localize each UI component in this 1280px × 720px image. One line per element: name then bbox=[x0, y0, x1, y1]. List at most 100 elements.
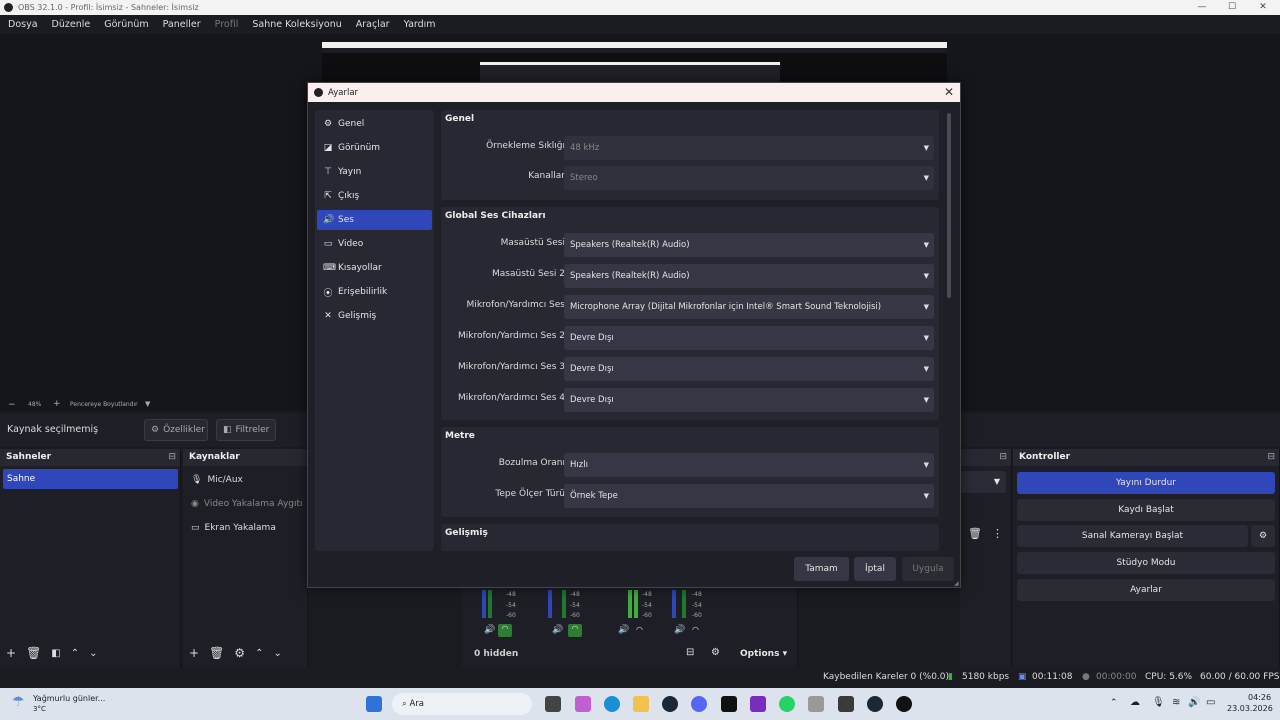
chevron-down-icon[interactable]: ▼ bbox=[145, 400, 150, 408]
nav-erisebilirlik[interactable]: ⦿ Erişebilirlik bbox=[317, 282, 432, 302]
nav-cikis[interactable]: ⇱ Çıkış bbox=[317, 186, 432, 206]
fit-window-label[interactable]: Pencereye Boyutlandır bbox=[70, 401, 138, 408]
settings-scrollbar[interactable] bbox=[947, 113, 951, 298]
headphone-icon[interactable]: ◠ bbox=[568, 624, 582, 637]
cloud-icon[interactable]: ☁ bbox=[1130, 697, 1140, 708]
headphone-icon[interactable]: ◠ bbox=[498, 624, 512, 637]
menu-profil[interactable]: Profil bbox=[215, 19, 239, 30]
whatsapp-icon[interactable] bbox=[779, 696, 795, 712]
apply-button[interactable]: Uygula bbox=[902, 557, 954, 581]
menu-dosya[interactable]: Dosya bbox=[8, 19, 38, 30]
mic-aux-2-select[interactable]: Devre Dışı ▼ bbox=[564, 326, 934, 350]
nav-gorunum[interactable]: ◪ Görünüm bbox=[317, 138, 432, 158]
filter-icon[interactable]: ◧ bbox=[51, 648, 60, 659]
steam-icon[interactable] bbox=[867, 696, 883, 712]
nav-gelismis[interactable]: ✕ Gelişmiş bbox=[317, 306, 432, 326]
task-view-icon[interactable] bbox=[545, 696, 561, 712]
nav-kisayollar[interactable]: ⌨ Kısayollar bbox=[317, 258, 432, 278]
start-icon[interactable] bbox=[366, 696, 382, 712]
more-icon[interactable]: ⋮ bbox=[992, 527, 1003, 540]
app-icon[interactable] bbox=[838, 696, 854, 712]
speaker-icon[interactable]: 🔊 bbox=[674, 625, 685, 635]
menu-paneller[interactable]: Paneller bbox=[163, 19, 201, 30]
layout-icon[interactable]: ⊟ bbox=[686, 647, 694, 658]
move-down-icon[interactable]: ⌄ bbox=[273, 648, 281, 659]
resize-grip-icon[interactable]: ◢ bbox=[954, 580, 959, 587]
minimize-button[interactable]: — bbox=[1187, 0, 1217, 15]
move-up-icon[interactable]: ⌃ bbox=[255, 648, 263, 659]
settings-button[interactable]: Ayarlar bbox=[1017, 579, 1275, 601]
decay-rate-select[interactable]: Hızlı ▼ bbox=[564, 453, 934, 477]
studio-mode-button[interactable]: Stüdyo Modu bbox=[1017, 552, 1275, 574]
speaker-icon[interactable]: 🔊 bbox=[618, 625, 629, 635]
channels-select[interactable]: Stereo ▼ bbox=[564, 166, 934, 190]
trash-icon[interactable]: 🗑 bbox=[209, 646, 224, 660]
source-item-screen-capture[interactable]: ▭ Ekran Yakalama bbox=[191, 523, 276, 533]
desktop-audio-select[interactable]: Speakers (Realtek(R) Audio) ▼ bbox=[564, 233, 934, 257]
desktop-audio-2-select[interactable]: Speakers (Realtek(R) Audio) ▼ bbox=[564, 264, 934, 288]
tray-chevron-icon[interactable]: ⌃ bbox=[1110, 698, 1118, 708]
weather-icon[interactable]: ☂ bbox=[12, 694, 25, 710]
clock-time[interactable]: 04:26 bbox=[1248, 693, 1271, 702]
options-button[interactable]: Options ▾ bbox=[740, 649, 787, 659]
app-icon[interactable] bbox=[808, 696, 824, 712]
menu-araclar[interactable]: Araçlar bbox=[356, 19, 390, 30]
stop-stream-button[interactable]: Yayını Durdur bbox=[1017, 472, 1275, 494]
mic-aux-select[interactable]: Microphone Array (Dijital Mikrofonlar iç… bbox=[564, 295, 934, 319]
copilot-icon[interactable] bbox=[575, 696, 591, 712]
mic-aux-4-select[interactable]: Devre Dışı ▼ bbox=[564, 388, 934, 412]
sample-rate-select[interactable]: 48 kHz ▼ bbox=[564, 136, 934, 160]
speaker-icon[interactable]: 🔊 bbox=[552, 625, 563, 635]
scene-item-sahne[interactable]: Sahne bbox=[3, 469, 178, 489]
battery-icon[interactable]: ▭ bbox=[1206, 697, 1215, 708]
source-item-video-capture[interactable]: ◉ Video Yakalama Aygıtı bbox=[191, 499, 303, 509]
peak-meter-type-select[interactable]: Örnek Tepe ▼ bbox=[564, 484, 934, 508]
transition-select[interactable]: ▼ bbox=[960, 471, 1006, 493]
explorer-icon[interactable] bbox=[633, 696, 649, 712]
add-icon[interactable]: + bbox=[189, 646, 199, 660]
undock-icon[interactable]: ⊟ bbox=[168, 449, 176, 466]
speaker-icon[interactable]: 🔊 bbox=[484, 625, 495, 635]
volume-icon[interactable]: 🔊 bbox=[1188, 697, 1200, 708]
nav-yayin[interactable]: ⊤ Yayın bbox=[317, 162, 432, 182]
clock-date[interactable]: 23.03.2026 bbox=[1227, 704, 1273, 713]
ok-button[interactable]: Tamam bbox=[794, 557, 849, 581]
cancel-button[interactable]: İptal bbox=[854, 557, 896, 581]
trash-icon[interactable]: 🗑 bbox=[26, 646, 41, 660]
add-icon[interactable]: + bbox=[6, 646, 16, 660]
close-window-button[interactable]: ✕ bbox=[1248, 0, 1278, 15]
app-icon[interactable] bbox=[750, 696, 766, 712]
close-icon[interactable]: ✕ bbox=[944, 85, 954, 99]
mic-aux-3-select[interactable]: Devre Dışı ▼ bbox=[564, 357, 934, 381]
steam-icon[interactable] bbox=[662, 696, 678, 712]
search-box[interactable]: ⌕ Ara bbox=[392, 693, 532, 715]
nav-video[interactable]: ▭ Video bbox=[317, 234, 432, 254]
nav-ses[interactable]: 🔊 Ses bbox=[317, 210, 432, 230]
move-down-icon[interactable]: ⌄ bbox=[89, 648, 97, 659]
headphone-icon[interactable]: ◠ bbox=[692, 625, 699, 634]
menu-gorunum[interactable]: Görünüm bbox=[104, 19, 148, 30]
start-record-button[interactable]: Kaydı Başlat bbox=[1017, 499, 1275, 521]
weather-text[interactable]: Yağmurlu günler... bbox=[33, 694, 105, 703]
virtual-camera-button[interactable]: Sanal Kamerayı Başlat bbox=[1017, 525, 1248, 547]
zoom-out-button[interactable]: − bbox=[8, 400, 16, 410]
menu-duzenle[interactable]: Düzenle bbox=[52, 19, 91, 30]
undock-icon[interactable]: ⊟ bbox=[999, 449, 1007, 466]
nav-genel[interactable]: ⚙ Genel bbox=[317, 114, 432, 134]
gear-icon[interactable]: ⚙ bbox=[234, 646, 245, 660]
headphone-icon[interactable]: ◠ bbox=[636, 625, 643, 634]
epic-games-icon[interactable] bbox=[721, 696, 737, 712]
zoom-in-button[interactable]: + bbox=[53, 399, 61, 409]
undock-icon[interactable]: ⊟ bbox=[1267, 449, 1275, 466]
discord-icon[interactable] bbox=[691, 696, 707, 712]
wifi-icon[interactable]: ≋ bbox=[1172, 697, 1180, 708]
source-item-mic[interactable]: 🎙 Mic/Aux bbox=[191, 475, 243, 485]
menu-sahne-koleksiyonu[interactable]: Sahne Koleksiyonu bbox=[252, 19, 341, 30]
obs-icon[interactable] bbox=[896, 696, 912, 712]
filters-button[interactable]: ◧ Filtreler bbox=[216, 419, 276, 441]
virtual-camera-settings-icon[interactable]: ⚙ bbox=[1251, 525, 1275, 547]
edge-icon[interactable] bbox=[604, 696, 620, 712]
maximize-button[interactable]: ☐ bbox=[1217, 0, 1247, 15]
menu-yardim[interactable]: Yardım bbox=[404, 19, 436, 30]
move-up-icon[interactable]: ⌃ bbox=[71, 648, 79, 659]
